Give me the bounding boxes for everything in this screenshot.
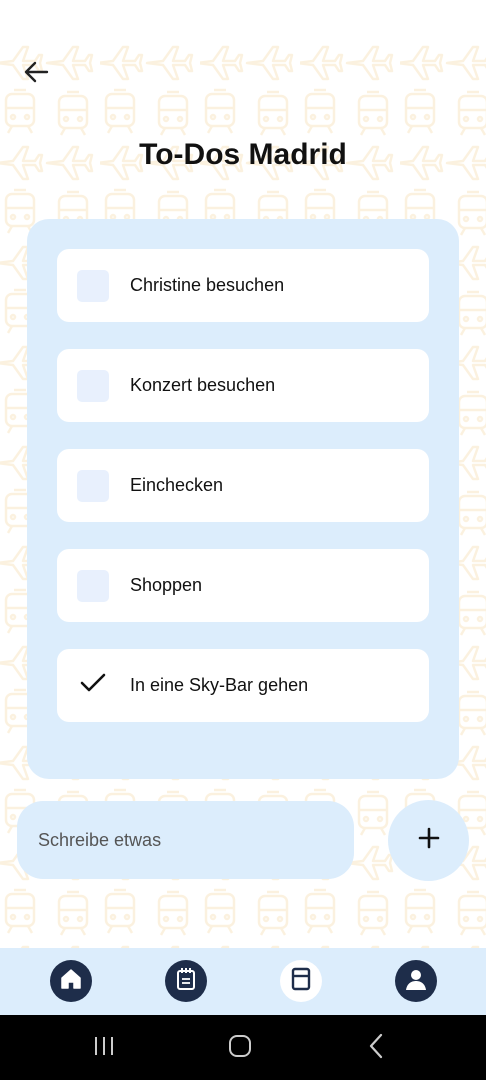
todo-item[interactable]: Christine besuchen xyxy=(57,249,429,322)
back-chevron-icon xyxy=(368,1033,384,1064)
input-placeholder: Schreibe etwas xyxy=(38,829,162,850)
todo-label: Shoppen xyxy=(130,575,203,595)
recent-apps-button[interactable] xyxy=(84,1033,124,1063)
todo-checkbox[interactable] xyxy=(77,269,109,302)
profile-icon xyxy=(404,966,428,997)
todo-checkbox[interactable] xyxy=(77,369,109,402)
arrow-left-icon xyxy=(23,59,49,90)
system-back-button[interactable] xyxy=(356,1033,396,1063)
system-navigation-bar xyxy=(0,1015,486,1080)
todo-list-panel: Christine besuchen Konzert besuchen Einc… xyxy=(27,219,459,779)
todo-label: In eine Sky-Bar gehen xyxy=(130,675,309,695)
back-button[interactable] xyxy=(18,56,54,92)
add-todo-button[interactable] xyxy=(388,800,469,881)
todo-item[interactable]: Konzert besuchen xyxy=(57,349,429,422)
todo-item[interactable]: Einchecken xyxy=(57,449,429,522)
notepad-icon xyxy=(175,967,197,996)
nav-notepad-button[interactable] xyxy=(165,960,207,1002)
todo-checkbox-checked[interactable] xyxy=(77,670,109,702)
home-circle-icon xyxy=(228,1034,252,1063)
bottom-navigation xyxy=(0,948,486,1015)
nav-profile-button[interactable] xyxy=(395,960,437,1002)
todo-checkbox[interactable] xyxy=(77,569,109,602)
recent-apps-icon xyxy=(92,1035,116,1062)
nav-document-button[interactable] xyxy=(280,960,322,1002)
todo-label: Konzert besuchen xyxy=(130,375,276,395)
todo-item[interactable]: In eine Sky-Bar gehen xyxy=(57,649,429,722)
checkmark-icon xyxy=(79,671,107,700)
home-icon xyxy=(59,967,83,996)
plus-icon xyxy=(418,827,440,854)
todo-label: Einchecken xyxy=(130,475,224,495)
document-icon xyxy=(291,967,311,996)
page-title: To-Dos Madrid xyxy=(139,138,347,171)
new-todo-input[interactable]: Schreibe etwas xyxy=(17,801,354,879)
todo-item[interactable]: Shoppen xyxy=(57,549,429,622)
system-home-button[interactable] xyxy=(220,1033,260,1063)
nav-home-button[interactable] xyxy=(50,960,92,1002)
todo-label: Christine besuchen xyxy=(130,275,285,295)
todo-checkbox[interactable] xyxy=(77,469,109,502)
